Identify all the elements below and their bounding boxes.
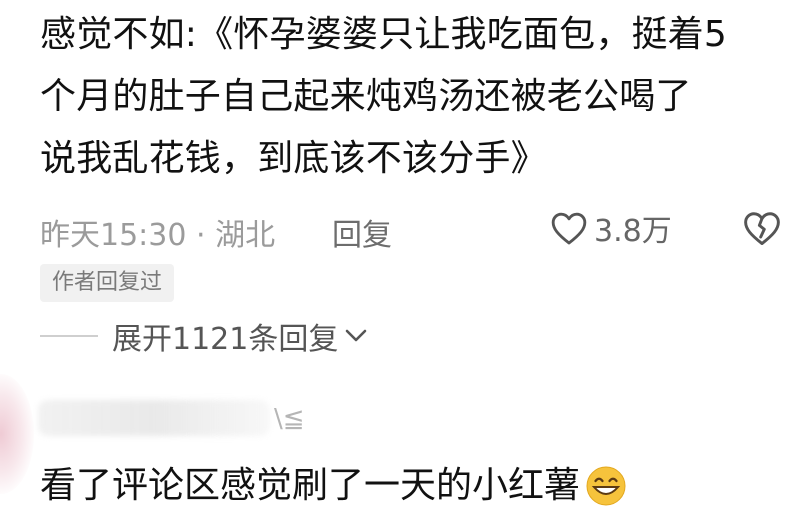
broken-heart-icon [744,212,780,246]
comment-meta-row: 昨天15:30 · 湖北 回复 3.8万 [40,206,785,253]
heart-outline-icon [551,212,587,245]
reply-button[interactable]: 回复 [332,210,392,254]
expand-replies-label: 展开1121条回复 [112,322,339,357]
dislike-button[interactable] [740,206,784,250]
username-blurred[interactable] [38,400,270,436]
grinning-smile-emoji-icon [586,466,626,506]
comment-text-line-1: 感觉不如:《怀孕婆婆只让我吃面包，挺着5 [40,14,728,55]
reply-comment[interactable]: 看了评论区感觉刷了一天的小红薯 [40,460,628,512]
like-count: 3.8万 [594,214,672,249]
reply-comment-text: 看了评论区感觉刷了一天的小红薯 [40,465,581,506]
comment-time-location: 昨天15:30 · 湖北 [40,218,276,253]
username-tail: \≦ [274,404,305,434]
comment-body[interactable]: 感觉不如:《怀孕婆婆只让我吃面包，挺着5 个月的肚子自己起来炖鸡汤还被老公喝了 … [40,4,785,190]
avatar[interactable] [0,374,34,494]
author-replied-badge: 作者回复过 [40,264,175,302]
chevron-down-icon [346,329,367,342]
expand-replies-button[interactable]: 展开1121条回复 [40,312,368,360]
comment-text-line-3: 说我乱花钱，到底该不该分手》 [40,138,547,179]
like-button[interactable]: 3.8万 [550,206,672,250]
expand-divider [40,335,98,337]
comment-text-line-2: 个月的肚子自己起来炖鸡汤还被老公喝了 [40,76,692,117]
